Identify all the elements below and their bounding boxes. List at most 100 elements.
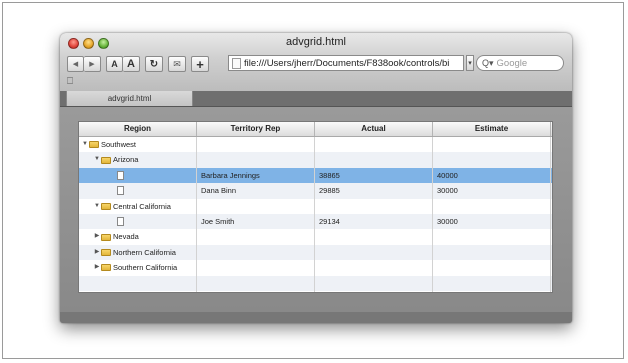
cell-territory-rep (197, 290, 315, 292)
grid-row[interactable]: Barbara Jennings 38865 40000 (79, 167, 552, 184)
document-icon (117, 217, 124, 227)
region-label: Arizona (113, 155, 139, 165)
add-bookmark-button[interactable]: + (191, 56, 209, 72)
cell-estimate (433, 137, 551, 153)
column-header-region[interactable]: Region (79, 122, 197, 136)
folder-icon (101, 156, 111, 164)
text-larger-button[interactable]: A (123, 56, 140, 72)
cell-estimate: 40000 (433, 167, 551, 184)
region-label: Southwest (101, 140, 137, 149)
address-dropdown-button[interactable]: ▾ (466, 55, 474, 71)
cell-actual: 38865 (315, 167, 433, 184)
cell-estimate (433, 260, 551, 276)
column-header-territory-rep[interactable]: Territory Rep (197, 122, 315, 136)
cell-region: ▼ Central California (79, 198, 197, 214)
chevron-down-icon: ▾ (468, 60, 472, 67)
cell-actual: 29885 (315, 183, 433, 199)
browser-window: advgrid.html ◀ ▶ A A ↻ ✉ + file:///Users… (60, 33, 572, 323)
column-header-actual[interactable]: Actual (315, 122, 433, 136)
folder-icon (101, 233, 111, 241)
cell-territory-rep (197, 137, 315, 153)
cell-region: ▼ Arizona (79, 152, 197, 168)
disclosure-closed-icon[interactable]: ▶ (93, 245, 101, 260)
book-icon[interactable]: ⎕ (67, 76, 73, 87)
cell-territory-rep (197, 229, 315, 245)
cell-estimate (433, 290, 551, 292)
reload-icon: ↻ (149, 58, 159, 70)
cell-actual (315, 152, 433, 168)
cell-territory-rep (197, 152, 315, 168)
grid-row[interactable]: ▼ Central California (79, 198, 552, 214)
disclosure-closed-icon[interactable]: ▶ (93, 260, 101, 275)
cell-region: ▼ Southwest (79, 137, 197, 153)
cell-region (79, 290, 197, 292)
grid-row[interactable]: ▼ Southwest (79, 137, 552, 153)
column-header-estimate[interactable]: Estimate (433, 122, 551, 136)
grid-row[interactable]: Dana Binn 29885 30000 (79, 183, 552, 199)
tab-advgrid[interactable]: advgrid.html (66, 91, 193, 106)
folder-icon (101, 202, 111, 210)
cell-actual (315, 260, 433, 276)
text-size-buttons: A A (106, 56, 140, 72)
page-icon (232, 57, 241, 69)
grid-header: Region Territory Rep Actual Estimate (79, 122, 552, 137)
advanced-data-grid: Region Territory Rep Actual Estimate ▼ So… (78, 121, 553, 293)
grid-row[interactable]: Joe Smith 29134 30000 (79, 213, 552, 230)
region-label: Nevada (113, 232, 139, 242)
document-icon (117, 170, 124, 180)
text-smaller-button[interactable]: A (106, 56, 123, 72)
folder-icon (89, 141, 99, 149)
cell-territory-rep (197, 198, 315, 214)
cell-estimate: 30000 (433, 213, 551, 230)
search-icon: Q▾ (482, 57, 494, 68)
search-placeholder: Google (496, 57, 528, 69)
cell-estimate: 30000 (433, 183, 551, 199)
cell-actual (315, 229, 433, 245)
grid-body: ▼ Southwest ▼ Arizona Barbara Jennings 38865 4… (79, 137, 552, 292)
disclosure-open-icon[interactable]: ▼ (81, 137, 89, 152)
address-field[interactable]: file:///Users/jherr/Documents/F838ook/co… (228, 55, 464, 71)
cell-estimate (433, 229, 551, 245)
cell-territory-rep (197, 244, 315, 261)
title-bar: advgrid.html ◀ ▶ A A ↻ ✉ + file:///Users… (60, 33, 572, 92)
snippet-icon: ✉ (173, 58, 181, 69)
disclosure-open-icon[interactable]: ▼ (93, 152, 101, 167)
snippet-button[interactable]: ✉ (168, 56, 186, 72)
grid-row[interactable] (79, 290, 552, 292)
cell-region: ▶ Nevada (79, 229, 197, 245)
grid-row[interactable]: ▼ Arizona (79, 152, 552, 168)
cell-actual (315, 275, 433, 291)
grid-row[interactable]: ▶ Southern California (79, 260, 552, 276)
cell-region (79, 167, 197, 184)
grid-row[interactable]: ▶ Nevada (79, 229, 552, 245)
page-content: Region Territory Rep Actual Estimate ▼ So… (60, 107, 572, 323)
cell-estimate (433, 198, 551, 214)
document-icon (117, 186, 124, 196)
cell-actual (315, 198, 433, 214)
cell-estimate (433, 244, 551, 261)
toolbar: ◀ ▶ A A ↻ ✉ + (67, 55, 214, 73)
disclosure-open-icon[interactable]: ▼ (93, 199, 101, 214)
folder-icon (101, 264, 111, 272)
cell-region (79, 275, 197, 291)
cell-territory-rep: Barbara Jennings (197, 167, 315, 184)
reload-button[interactable]: ↻ (145, 56, 163, 72)
disclosure-closed-icon[interactable]: ▶ (93, 229, 101, 244)
bookmarks-bar: ⎕ (67, 76, 73, 87)
tab-bar: advgrid.html (60, 91, 572, 107)
grid-row[interactable] (79, 275, 552, 291)
cell-actual: 29134 (315, 213, 433, 230)
search-field[interactable]: Q▾ Google (476, 55, 564, 71)
forward-button[interactable]: ▶ (84, 56, 101, 72)
window-bottom-bar (60, 312, 572, 323)
cell-territory-rep (197, 275, 315, 291)
region-label: Central California (113, 201, 171, 211)
cell-region: ▶ Southern California (79, 260, 197, 276)
grid-row[interactable]: ▶ Northern California (79, 244, 552, 261)
folder-icon (101, 248, 111, 256)
cell-estimate (433, 275, 551, 291)
cell-actual (315, 137, 433, 153)
back-button[interactable]: ◀ (67, 56, 84, 72)
cell-actual (315, 244, 433, 261)
cell-territory-rep: Dana Binn (197, 183, 315, 199)
